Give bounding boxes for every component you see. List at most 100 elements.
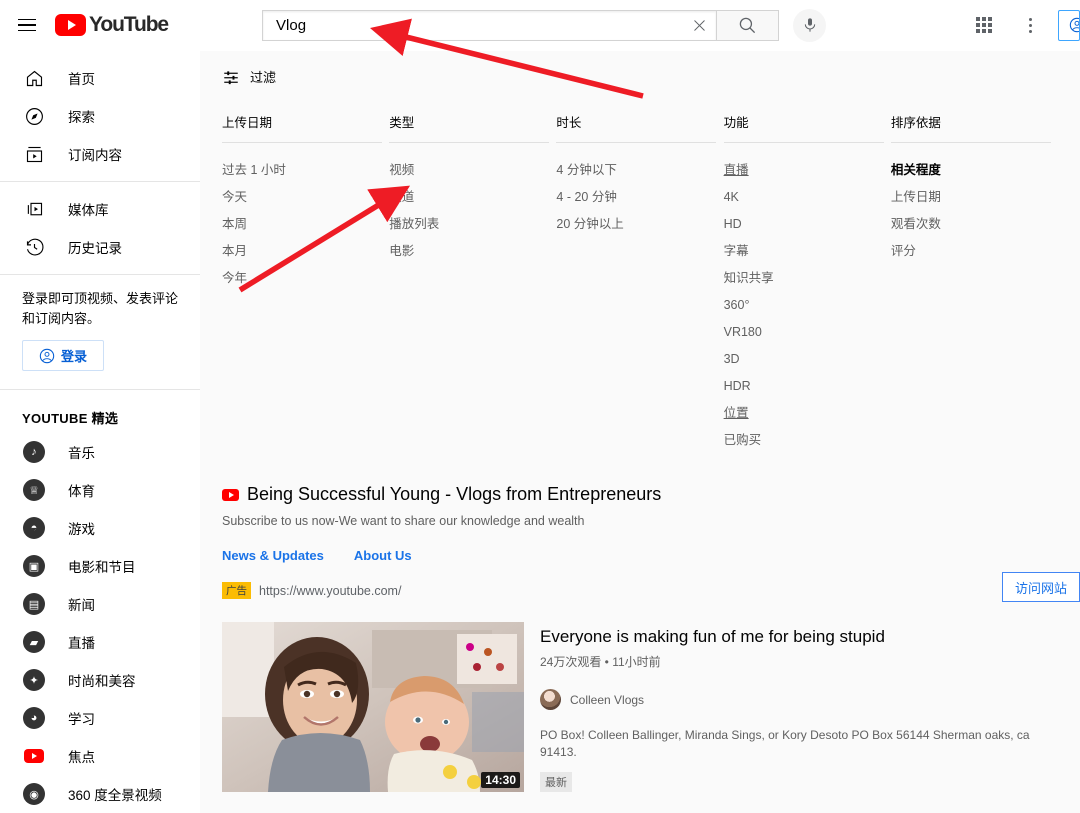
video-result-item[interactable]: 14:30 Everyone is making fun of me for b… [222, 622, 1058, 792]
sort-option-rating[interactable]: 评分 [891, 238, 1058, 265]
history-icon [22, 237, 46, 258]
filter-columns: 上传日期 过去 1 小时 今天 本周 本月 今年 类型 视频 频道 播放列表 电… [222, 112, 1058, 454]
divider [556, 142, 716, 143]
sidebar-item-music[interactable]: ♪ 音乐 [0, 433, 200, 471]
sidebar-item-explore[interactable]: 探索 [0, 97, 200, 135]
thumbnail-image [222, 622, 524, 792]
sort-option-view-count[interactable]: 观看次数 [891, 211, 1058, 238]
film-icon: ▣ [22, 555, 46, 577]
filter-option-3d[interactable]: 3D [724, 346, 891, 373]
topbar-right-actions: 登录 [972, 10, 1080, 41]
apps-grid-icon[interactable] [972, 13, 996, 37]
sidebar-item-live[interactable]: ▰ 直播 [0, 623, 200, 661]
sort-option-upload-date[interactable]: 上传日期 [891, 184, 1058, 211]
sidebar-label-movies: 电影和节目 [68, 556, 136, 576]
sidebar-item-home[interactable]: 首页 [0, 59, 200, 97]
sidebar-item-movies[interactable]: ▣ 电影和节目 [0, 547, 200, 585]
filter-option-360[interactable]: 360° [724, 292, 891, 319]
sidebar-item-news[interactable]: ▤ 新闻 [0, 585, 200, 623]
youtube-play-icon [55, 14, 86, 36]
youtube-spotlight-icon [22, 749, 46, 763]
hamburger-menu-icon[interactable] [15, 13, 39, 37]
filter-option-purchased[interactable]: 已购买 [724, 427, 891, 454]
sidebar-item-spotlight[interactable]: 焦点 [0, 737, 200, 775]
subscriptions-icon [22, 144, 46, 165]
filter-option-over-20-min[interactable]: 20 分钟以上 [556, 211, 723, 238]
sidebar-item-vr360[interactable]: ◉ 360 度全景视频 [0, 775, 200, 813]
voice-search-button[interactable] [793, 9, 826, 42]
sidebar-item-gaming[interactable]: ◓ 游戏 [0, 509, 200, 547]
visit-website-button[interactable]: 访问网站 [1002, 572, 1080, 602]
filter-option-hd[interactable]: HD [724, 211, 891, 238]
divider [389, 142, 549, 143]
clear-search-icon[interactable] [688, 14, 710, 36]
filter-option-4-20-min[interactable]: 4 - 20 分钟 [556, 184, 723, 211]
search-button[interactable] [717, 10, 779, 41]
sidebar-label-learning: 学习 [68, 708, 95, 728]
youtube-wordmark: YouTube [89, 13, 168, 37]
ad-link-news-updates[interactable]: News & Updates [222, 548, 324, 563]
sidebar-item-learning[interactable]: ◕ 学习 [0, 699, 200, 737]
filter-option-this-year[interactable]: 今年 [222, 265, 389, 292]
home-icon [22, 68, 46, 89]
filter-option-this-month[interactable]: 本月 [222, 238, 389, 265]
filter-option-last-hour[interactable]: 过去 1 小时 [222, 157, 389, 184]
search-input[interactable] [274, 16, 688, 35]
ad-link-about-us[interactable]: About Us [354, 548, 412, 563]
search-box[interactable] [262, 10, 717, 41]
sidebar-label-fashion: 时尚和美容 [68, 670, 136, 690]
sidebar: 首页 探索 订阅内容 媒体库 历史记录 登 [0, 51, 200, 813]
filter-option-this-week[interactable]: 本周 [222, 211, 389, 238]
sidebar-item-history[interactable]: 历史记录 [0, 228, 200, 266]
sidebar-label-live: 直播 [68, 632, 95, 652]
sidebar-label-subscriptions: 订阅内容 [68, 144, 122, 164]
ad-title: Being Successful Young - Vlogs from Entr… [247, 484, 661, 505]
filter-option-today[interactable]: 今天 [222, 184, 389, 211]
filter-option-creative-commons[interactable]: 知识共享 [724, 265, 891, 292]
filter-column-type: 类型 视频 频道 播放列表 电影 [389, 112, 556, 454]
lightbulb-icon: ◕ [22, 707, 46, 729]
ad-sitelinks: News & Updates About Us [222, 548, 1058, 563]
filter-option-4k[interactable]: 4K [724, 184, 891, 211]
filter-option-live[interactable]: 直播 [724, 157, 891, 184]
search-icon [738, 16, 757, 35]
youtube-favicon-icon [222, 489, 239, 501]
sidebar-label-home: 首页 [68, 68, 95, 88]
vr360-icon: ◉ [22, 783, 46, 805]
filter-option-vr180[interactable]: VR180 [724, 319, 891, 346]
sidebar-label-vr360: 360 度全景视频 [68, 784, 162, 804]
youtube-logo[interactable]: YouTube [55, 13, 168, 37]
video-thumbnail[interactable]: 14:30 [222, 622, 524, 792]
sort-option-relevance[interactable]: 相关程度 [891, 157, 1058, 184]
sidebar-item-subscriptions[interactable]: 订阅内容 [0, 135, 200, 173]
filter-title-features: 功能 [724, 112, 891, 142]
more-options-icon[interactable] [1018, 10, 1042, 40]
sidebar-label-explore: 探索 [68, 106, 95, 126]
filter-option-hdr[interactable]: HDR [724, 373, 891, 400]
signin-button-sidebar[interactable]: 登录 [22, 340, 104, 371]
signin-button-topbar[interactable]: 登录 [1058, 10, 1080, 41]
filter-option-playlist[interactable]: 播放列表 [389, 211, 556, 238]
filter-option-location[interactable]: 位置 [724, 400, 891, 427]
filter-header[interactable]: 过滤 [222, 67, 1058, 86]
sidebar-item-sports[interactable]: ♕ 体育 [0, 471, 200, 509]
video-title[interactable]: Everyone is making fun of me for being s… [540, 626, 1058, 648]
ad-title-row[interactable]: Being Successful Young - Vlogs from Entr… [222, 484, 1058, 505]
filter-option-under-4-min[interactable]: 4 分钟以下 [556, 157, 723, 184]
filter-column-upload-date: 上传日期 过去 1 小时 今天 本周 本月 今年 [222, 112, 389, 454]
account-circle-icon-sidebar [39, 348, 55, 364]
sidebar-item-fashion[interactable]: ✦ 时尚和美容 [0, 661, 200, 699]
filter-title-sort-by: 排序依据 [891, 112, 1058, 142]
filter-option-channel[interactable]: 频道 [389, 184, 556, 211]
account-circle-icon [1069, 17, 1080, 33]
newspaper-icon: ▤ [22, 593, 46, 615]
sidebar-item-library[interactable]: 媒体库 [0, 190, 200, 228]
filter-option-subtitles[interactable]: 字幕 [724, 238, 891, 265]
video-new-badge: 最新 [540, 772, 572, 792]
video-result-info: Everyone is making fun of me for being s… [524, 622, 1058, 792]
ad-result: Being Successful Young - Vlogs from Entr… [222, 476, 1058, 599]
video-channel-row[interactable]: Colleen Vlogs [540, 689, 1058, 710]
filter-option-movie[interactable]: 电影 [389, 238, 556, 265]
ad-url[interactable]: https://www.youtube.com/ [259, 584, 401, 598]
filter-option-video[interactable]: 视频 [389, 157, 556, 184]
